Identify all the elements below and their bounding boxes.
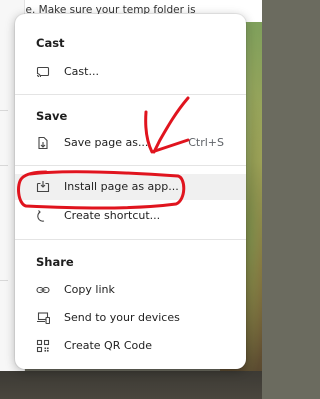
menu-item-cast[interactable]: Cast...: [15, 59, 246, 85]
section-title-share: Share: [36, 255, 74, 269]
menu-item-copy-link[interactable]: Copy link: [15, 277, 246, 303]
qr-code-icon: [36, 339, 50, 353]
separator: [15, 165, 246, 166]
menu-item-label: Create shortcut...: [64, 209, 161, 222]
save-page-icon: [36, 136, 50, 150]
share-save-menu: Cast Cast... Save Save page as... Ctrl+S…: [15, 14, 246, 369]
shortcut-icon: [36, 209, 50, 223]
link-icon: [36, 283, 50, 297]
separator: [15, 239, 246, 240]
background-taskbar: [0, 371, 262, 399]
separator: [15, 94, 246, 95]
menu-item-create-shortcut[interactable]: Create shortcut...: [15, 203, 246, 229]
menu-item-label: Install page as app...: [64, 180, 179, 193]
keyboard-shortcut: Ctrl+S: [188, 136, 224, 149]
menu-item-label: Copy link: [64, 283, 115, 296]
menu-item-create-qr-code[interactable]: Create QR Code: [15, 333, 246, 359]
menu-item-label: Send to your devices: [64, 311, 180, 324]
section-title-cast: Cast: [36, 36, 65, 50]
menu-item-label: Save page as...: [64, 136, 149, 149]
devices-icon: [36, 311, 51, 325]
menu-item-label: Cast...: [64, 65, 99, 78]
section-title-save: Save: [36, 109, 68, 123]
menu-item-save-page-as[interactable]: Save page as... Ctrl+S: [15, 130, 246, 156]
menu-item-install-page-as-app[interactable]: Install page as app...: [15, 174, 246, 200]
cast-icon: [36, 65, 50, 79]
menu-item-send-to-devices[interactable]: Send to your devices: [15, 305, 246, 331]
install-app-icon: [36, 180, 50, 194]
menu-item-label: Create QR Code: [64, 339, 153, 352]
